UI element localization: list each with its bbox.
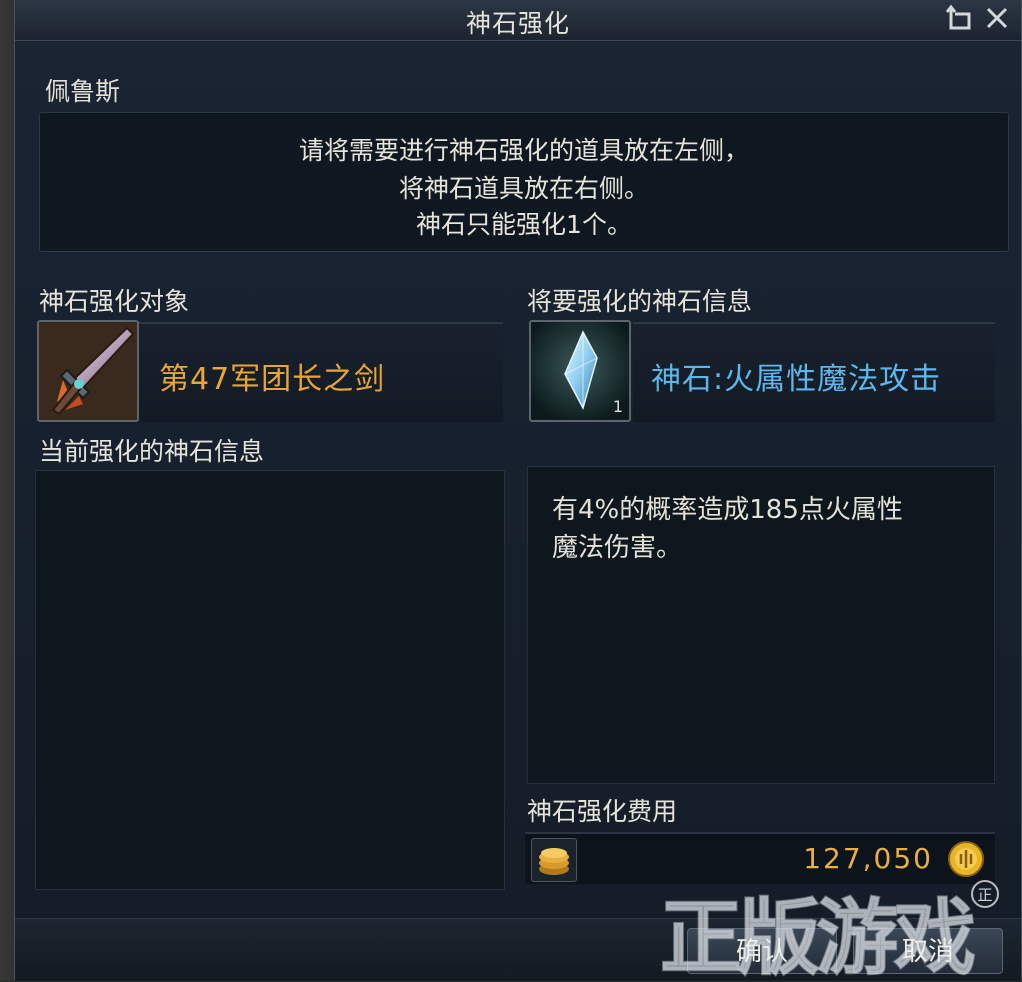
stone-desc-line: 魔法伤害。 — [552, 533, 683, 563]
coin-stack-icon — [531, 838, 577, 882]
stone-enhance-window: 神石强化 佩鲁斯 请将需要进行神石强化的道具放在左侧， 将神石道具放在右侧。 神… — [14, 0, 1022, 981]
instruction-line: 神石只能强化1个。 — [416, 210, 632, 239]
stone-item-slot[interactable]: 1 — [529, 320, 631, 422]
stone-item-name: 神石:火属性魔法攻击 — [651, 362, 942, 397]
stone-count: 1 — [612, 397, 623, 416]
stone-label: 将要强化的神石信息 — [527, 287, 753, 316]
titlebar: 神石强化 — [15, 0, 1021, 41]
stone-desc-panel: 有4%的概率造成185点火属性 魔法伤害。 — [527, 466, 995, 784]
instruction-line: 将神石道具放在右侧。 — [398, 174, 649, 203]
current-label: 当前强化的神石信息 — [39, 437, 265, 466]
target-label: 神石强化对象 — [39, 287, 190, 316]
restore-icon[interactable] — [943, 2, 975, 34]
stone-desc-line: 有4%的概率造成185点火属性 — [552, 495, 903, 525]
instruction-line: 请将需要进行神石强化的道具放在左侧， — [298, 136, 749, 165]
confirm-button[interactable]: 确认 — [687, 928, 837, 974]
cost-value: 127,050 — [803, 842, 933, 875]
cost-label: 神石强化费用 — [527, 797, 678, 826]
window-title: 神石强化 — [465, 9, 570, 38]
npc-name: 佩鲁斯 — [45, 77, 121, 106]
sword-icon — [39, 322, 137, 420]
cost-bar: 127,050 — [525, 832, 995, 884]
target-item-name: 第47军团长之剑 — [159, 362, 386, 397]
cancel-button[interactable]: 取消 — [853, 928, 1003, 974]
gold-coin-icon — [947, 840, 985, 878]
close-icon[interactable] — [981, 2, 1013, 34]
current-stone-panel — [35, 470, 505, 890]
target-item-slot[interactable] — [37, 320, 139, 422]
instruction-box: 请将需要进行神石强化的道具放在左侧， 将神石道具放在右侧。 神石只能强化1个。 — [39, 112, 1009, 252]
